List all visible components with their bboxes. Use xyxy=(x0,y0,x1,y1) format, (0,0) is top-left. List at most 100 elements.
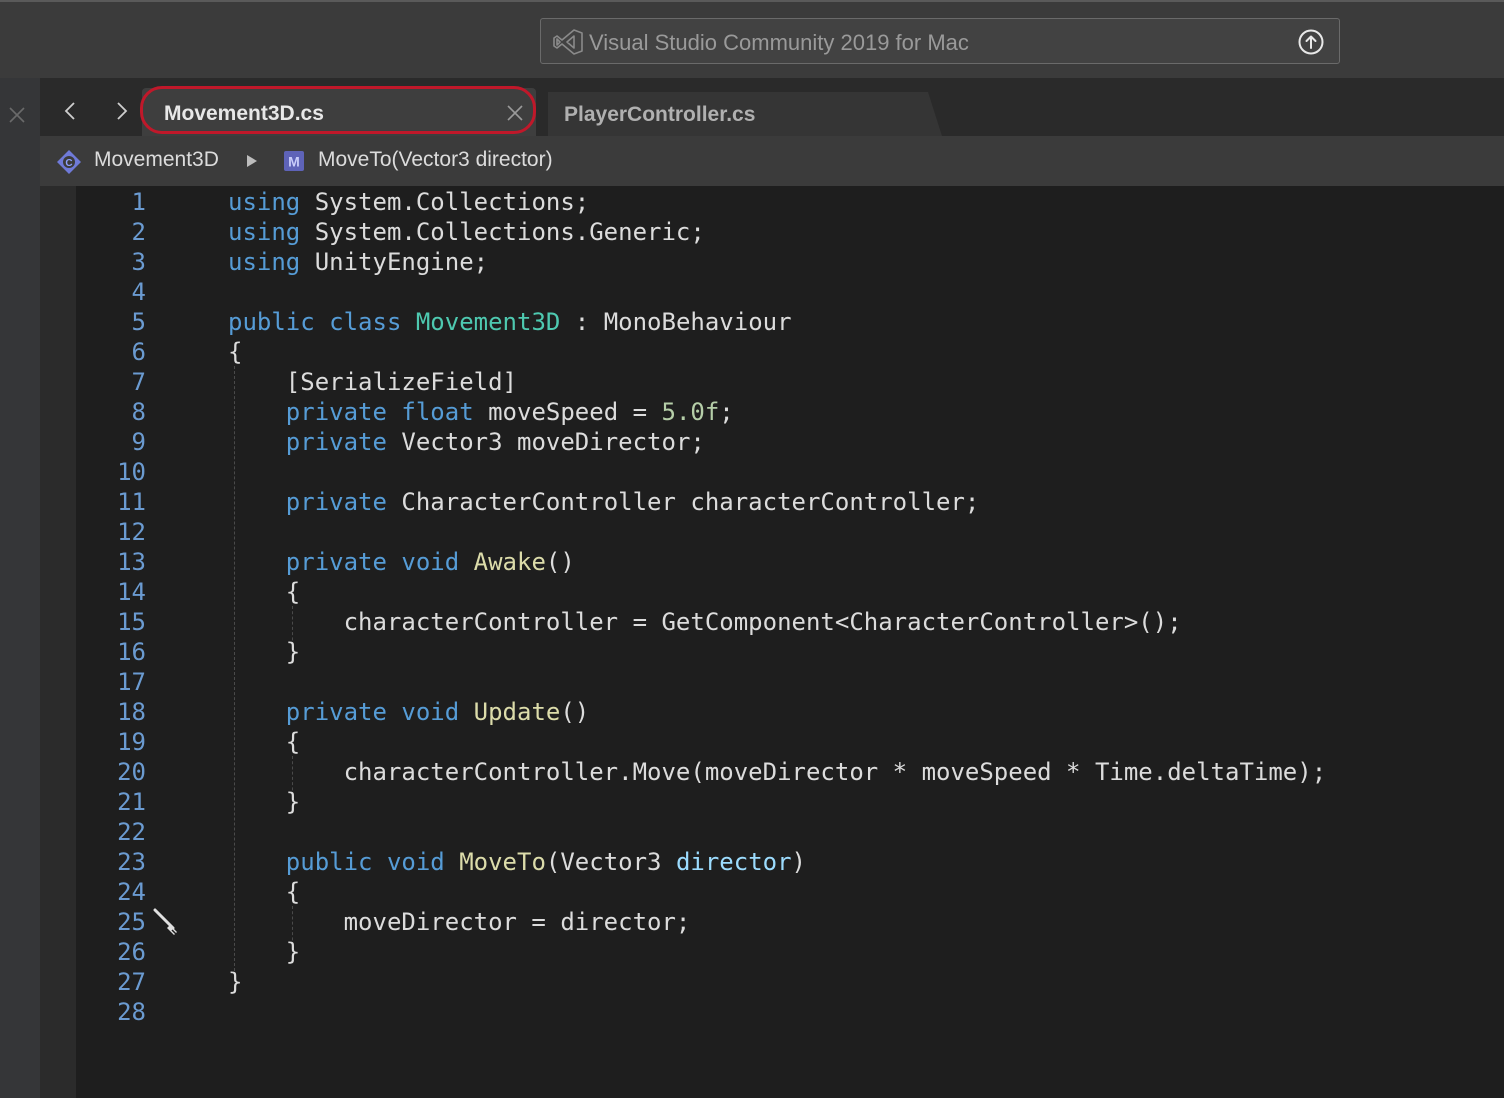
code-text: [SerializeField] xyxy=(228,368,517,396)
code-line[interactable]: 27 } xyxy=(76,966,1504,996)
vs-logo-icon xyxy=(553,29,583,55)
tab-playercontroller[interactable]: PlayerController.cs xyxy=(548,92,942,136)
code-text: } xyxy=(228,788,301,816)
code-line[interactable]: 17 xyxy=(76,666,1504,696)
line-number: 13 xyxy=(117,548,146,576)
line-number: 1 xyxy=(131,188,146,216)
line-number: 20 xyxy=(117,758,146,786)
line-number: 12 xyxy=(117,518,146,546)
code-line[interactable]: 12 xyxy=(76,516,1504,546)
code-line[interactable]: 19 { xyxy=(76,726,1504,756)
class-icon[interactable]: C xyxy=(56,149,82,175)
line-number: 4 xyxy=(131,278,146,306)
code-line[interactable]: 18 private void Update() xyxy=(76,696,1504,726)
line-number: 15 xyxy=(117,608,146,636)
code-line[interactable]: 21 } xyxy=(76,786,1504,816)
line-number: 18 xyxy=(117,698,146,726)
breadcrumb-method[interactable]: MoveTo(Vector3 director) xyxy=(318,148,553,172)
line-number: 10 xyxy=(117,458,146,486)
line-number: 8 xyxy=(131,398,146,426)
line-number: 24 xyxy=(117,878,146,906)
code-text: private Vector3 moveDirector; xyxy=(285,428,705,456)
line-number: 22 xyxy=(117,818,146,846)
code-line[interactable]: 20 characterController.Move(moveDirector… xyxy=(76,756,1504,786)
code-text: characterController = GetComponent<Chara… xyxy=(228,608,1182,636)
tab-highlight-outline xyxy=(140,86,536,134)
code-line[interactable]: 10 xyxy=(76,456,1504,486)
code-editor[interactable]: 1 using System.Collections; 2 using Syst… xyxy=(40,186,1504,1098)
close-icon[interactable] xyxy=(7,105,27,125)
forward-arrow-icon[interactable] xyxy=(114,100,130,122)
line-number: 2 xyxy=(131,218,146,246)
upload-icon[interactable] xyxy=(1298,29,1324,55)
line-number: 21 xyxy=(117,788,146,816)
search-box[interactable]: Visual Studio Community 2019 for Mac xyxy=(540,18,1340,64)
code-line[interactable]: 24 { xyxy=(76,876,1504,906)
line-number: 25 xyxy=(117,908,146,936)
line-number: 23 xyxy=(117,848,146,876)
code-line[interactable]: 16 } xyxy=(76,636,1504,666)
code-line[interactable]: 2 using System.Collections.Generic; xyxy=(76,216,1504,246)
gutter-margin xyxy=(40,186,76,1098)
code-text: private void Update() xyxy=(285,698,590,726)
pen-icon[interactable] xyxy=(153,908,183,938)
code-line[interactable]: 14 { xyxy=(76,576,1504,606)
code-line[interactable]: 23 public void MoveTo(Vector3 director) xyxy=(76,846,1504,876)
breadcrumb-class[interactable]: Movement3D xyxy=(94,148,219,172)
line-number: 19 xyxy=(117,728,146,756)
code-text: private CharacterController characterCon… xyxy=(285,488,980,516)
code-text: } xyxy=(228,938,301,966)
breadcrumb: C Movement3D M MoveTo(Vector3 director) xyxy=(40,136,1504,186)
line-number: 16 xyxy=(117,638,146,666)
back-arrow-icon[interactable] xyxy=(62,100,78,122)
code-text: using UnityEngine; xyxy=(228,248,489,276)
code-text: public class Movement3D : MonoBehaviour xyxy=(228,308,792,336)
line-number: 17 xyxy=(117,668,146,696)
line-number: 9 xyxy=(131,428,146,456)
line-number: 6 xyxy=(131,338,146,366)
code-text: moveDirector = director; xyxy=(228,908,691,936)
code-line[interactable]: 4 xyxy=(76,276,1504,306)
code-line[interactable]: 11 private CharacterController character… xyxy=(76,486,1504,516)
line-number: 28 xyxy=(117,998,146,1026)
code-text: { xyxy=(228,338,243,366)
line-number: 3 xyxy=(131,248,146,276)
code-line[interactable]: 22 xyxy=(76,816,1504,846)
code-text: public void MoveTo(Vector3 director) xyxy=(285,848,806,876)
code-line[interactable]: 9 private Vector3 moveDirector; xyxy=(76,426,1504,456)
line-number: 11 xyxy=(117,488,146,516)
code-line[interactable]: 28 xyxy=(76,996,1504,1026)
code-text: } xyxy=(228,968,243,996)
code-text: { xyxy=(228,578,301,606)
svg-text:C: C xyxy=(65,158,72,169)
code-text: { xyxy=(228,878,301,906)
code-text: using System.Collections.Generic; xyxy=(228,218,705,246)
code-line[interactable]: 13 private void Awake() xyxy=(76,546,1504,576)
code-line[interactable]: 6 { xyxy=(76,336,1504,366)
code-text: { xyxy=(228,728,301,756)
left-side-strip xyxy=(0,78,40,1098)
method-icon[interactable]: M xyxy=(284,151,304,171)
tab-bar: Movement3D.cs PlayerController.cs xyxy=(40,78,1504,136)
title-bar: Visual Studio Community 2019 for Mac xyxy=(0,0,1504,78)
line-number: 27 xyxy=(117,968,146,996)
line-number: 7 xyxy=(131,368,146,396)
svg-text:M: M xyxy=(288,154,300,170)
code-line[interactable]: 5 public class Movement3D : MonoBehaviou… xyxy=(76,306,1504,336)
line-number: 26 xyxy=(117,938,146,966)
code-text: private void Awake() xyxy=(285,548,575,576)
code-text: characterController.Move(moveDirector * … xyxy=(228,758,1327,786)
code-line[interactable]: 1 using System.Collections; xyxy=(76,186,1504,216)
tab-label: PlayerController.cs xyxy=(564,103,756,126)
code-text: } xyxy=(228,638,301,666)
code-text: using System.Collections; xyxy=(228,188,590,216)
code-line[interactable]: 8 private float moveSpeed = 5.0f; xyxy=(76,396,1504,426)
code-line[interactable]: 7 [SerializeField] xyxy=(76,366,1504,396)
code-line[interactable]: 3 using UnityEngine; xyxy=(76,246,1504,276)
search-text: Visual Studio Community 2019 for Mac xyxy=(589,30,969,55)
code-text: private float moveSpeed = 5.0f; xyxy=(285,398,734,426)
code-line[interactable]: 25 moveDirector = director; xyxy=(76,906,1504,936)
code-line[interactable]: 15 characterController = GetComponent<Ch… xyxy=(76,606,1504,636)
breadcrumb-arrow-icon xyxy=(247,155,257,167)
code-line[interactable]: 26 } xyxy=(76,936,1504,966)
